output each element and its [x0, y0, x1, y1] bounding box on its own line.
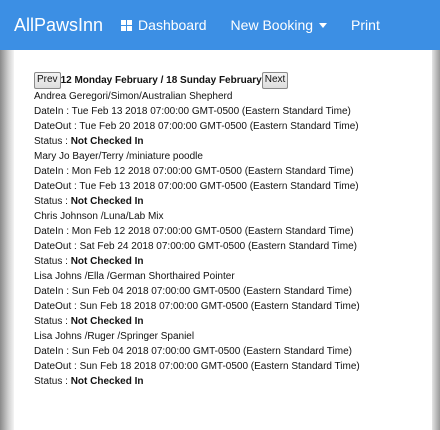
status-line: Status : Not Checked In [34, 314, 430, 329]
status-value: Not Checked In [70, 256, 144, 267]
panel-shadow-right [432, 50, 440, 430]
date-in: DateIn : Mon Feb 12 2018 07:00:00 GMT-05… [34, 166, 354, 177]
dashboard-link[interactable]: Dashboard [121, 17, 207, 33]
status-label: Status : [34, 196, 71, 207]
status-value: Not Checked In [70, 136, 144, 147]
booking-title: Andrea Geregori/Simon/Australian Shepher… [34, 91, 233, 102]
date-range-label: 12 Monday February / 18 Sunday February [60, 74, 262, 86]
status-label: Status : [34, 316, 71, 327]
date-out: DateOut : Tue Feb 13 2018 07:00:00 GMT-0… [34, 181, 359, 192]
status-line: Status : Not Checked In [34, 134, 430, 149]
top-navbar: AllPawsInn Dashboard New Booking Print [0, 0, 440, 50]
booking-entry: Andrea Geregori/Simon/Australian Shepher… [34, 89, 430, 149]
date-in: DateIn : Sun Feb 04 2018 07:00:00 GMT-05… [34, 346, 352, 357]
dashboard-label: Dashboard [138, 17, 207, 33]
grid-icon [121, 19, 133, 31]
booking-title: Lisa Johns /Ruger /Springer Spaniel [34, 331, 195, 342]
new-booking-label: New Booking [230, 17, 314, 33]
booking-title: Mary Jo Bayer/Terry /miniature poodle [34, 151, 203, 162]
status-value: Not Checked In [70, 376, 144, 387]
booking-entry: Chris Johnson /Luna/Lab Mix DateIn : Mon… [34, 209, 430, 269]
next-button[interactable]: Next [261, 71, 289, 89]
status-value: Not Checked In [70, 316, 144, 327]
content-frame: Prev 12 Monday February / 18 Sunday Febr… [0, 50, 440, 430]
status-line: Status : Not Checked In [34, 254, 430, 269]
status-label: Status : [34, 136, 71, 147]
status-label: Status : [34, 256, 71, 267]
date-out: DateOut : Tue Feb 20 2018 07:00:00 GMT-0… [34, 121, 359, 132]
new-booking-dropdown[interactable]: New Booking [231, 17, 328, 33]
status-line: Status : Not Checked In [34, 194, 430, 209]
week-pager: Prev 12 Monday February / 18 Sunday Febr… [34, 71, 430, 89]
booking-title: Lisa Johns /Ella /German Shorthaired Poi… [34, 271, 235, 282]
booking-entry: Mary Jo Bayer/Terry /miniature poodle Da… [34, 149, 430, 209]
status-value: Not Checked In [70, 196, 144, 207]
brand-link[interactable]: AllPawsInn [14, 15, 103, 36]
prev-button[interactable]: Prev [34, 71, 61, 89]
booking-title: Chris Johnson /Luna/Lab Mix [34, 211, 164, 222]
booking-entry: Lisa Johns /Ella /German Shorthaired Poi… [34, 269, 430, 329]
status-line: Status : Not Checked In [34, 374, 430, 389]
date-out: DateOut : Sun Feb 18 2018 07:00:00 GMT-0… [34, 301, 360, 312]
status-label: Status : [34, 376, 71, 387]
date-in: DateIn : Tue Feb 13 2018 07:00:00 GMT-05… [34, 106, 351, 117]
booking-list-panel: Prev 12 Monday February / 18 Sunday Febr… [34, 71, 430, 389]
booking-entry: Lisa Johns /Ruger /Springer Spaniel Date… [34, 329, 430, 389]
date-out: DateOut : Sat Feb 24 2018 07:00:00 GMT-0… [34, 241, 357, 252]
date-in: DateIn : Sun Feb 04 2018 07:00:00 GMT-05… [34, 286, 352, 297]
print-label: Print [351, 17, 380, 33]
caret-down-icon [319, 22, 328, 28]
panel-shadow-left [0, 50, 14, 430]
print-link[interactable]: Print [351, 17, 380, 33]
date-out: DateOut : Sun Feb 18 2018 07:00:00 GMT-0… [34, 361, 360, 372]
date-in: DateIn : Mon Feb 12 2018 07:00:00 GMT-05… [34, 226, 354, 237]
